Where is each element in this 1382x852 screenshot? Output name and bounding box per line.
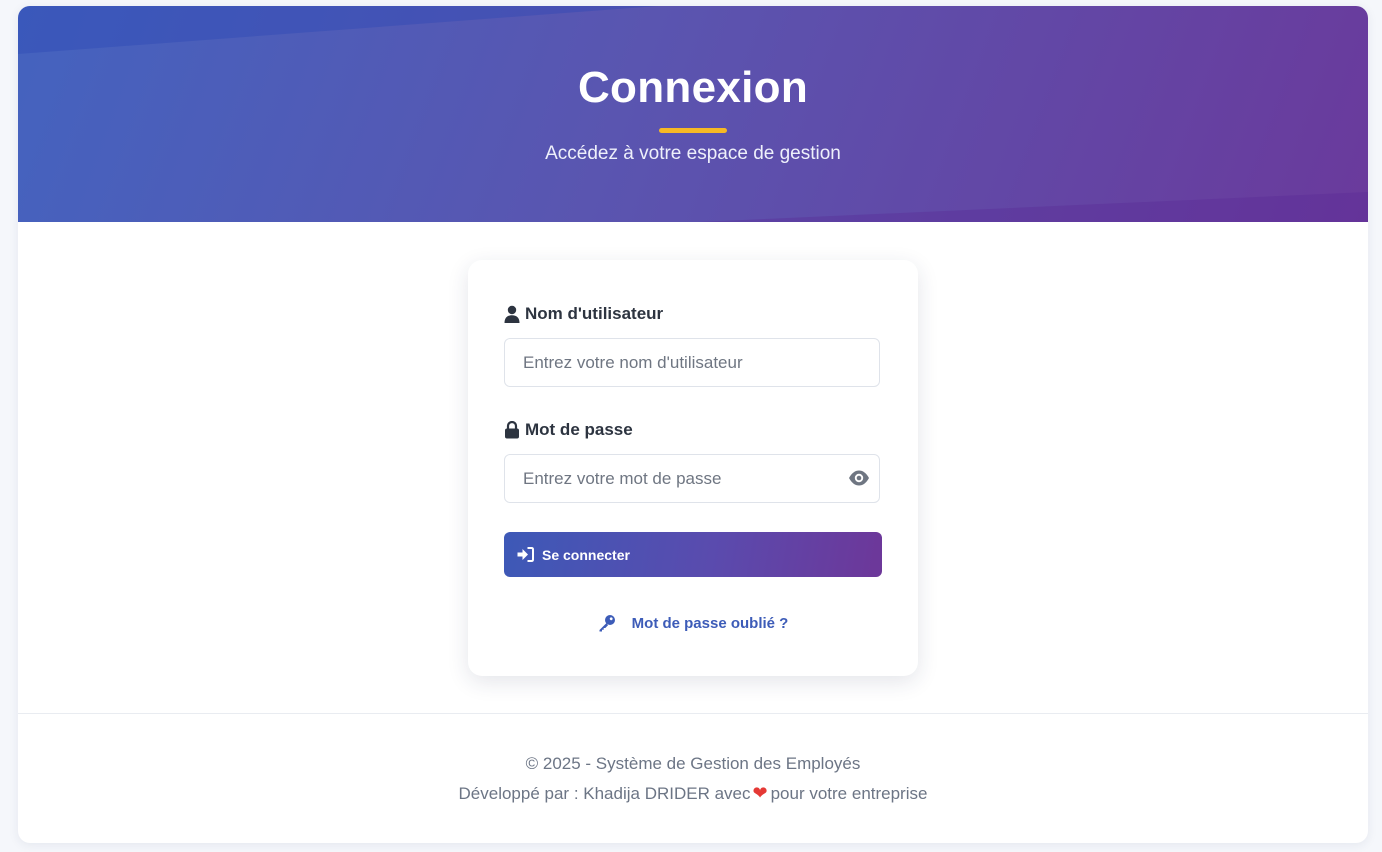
sign-in-icon: [517, 547, 534, 562]
login-button[interactable]: Se connecter: [504, 532, 882, 577]
header-decoration-bottom: [698, 192, 1368, 222]
login-page: Connexion Accédez à votre espace de gest…: [18, 6, 1368, 843]
page-footer: © 2025 - Système de Gestion des Employés…: [18, 713, 1368, 843]
footer-credit-suffix: pour votre entreprise: [770, 783, 928, 803]
key-icon: [599, 615, 615, 632]
login-header: Connexion Accédez à votre espace de gest…: [18, 6, 1368, 222]
password-input[interactable]: [504, 454, 880, 503]
title-underline: [659, 128, 727, 133]
login-card: Nom d'utilisateur Mot de passe Se connec…: [468, 260, 918, 676]
username-label: Nom d'utilisateur: [504, 304, 663, 324]
page-subtitle: Accédez à votre espace de gestion: [545, 143, 841, 164]
password-label: Mot de passe: [504, 420, 633, 440]
footer-credit: Développé par : Khadija DRIDER avec ❤ po…: [18, 783, 1368, 804]
username-input[interactable]: [504, 338, 880, 387]
forgot-password-link[interactable]: Mot de passe oublié ?: [468, 614, 918, 632]
password-label-text: Mot de passe: [525, 420, 633, 439]
footer-credit-prefix: Développé par : Khadija DRIDER avec: [458, 783, 751, 803]
heart-icon: ❤: [752, 783, 768, 803]
user-icon: [504, 305, 520, 323]
forgot-password-label: Mot de passe oublié ?: [631, 614, 789, 632]
username-label-text: Nom d'utilisateur: [525, 304, 664, 323]
login-button-label: Se connecter: [542, 546, 630, 563]
eye-icon[interactable]: [848, 469, 870, 487]
lock-icon: [505, 421, 519, 439]
footer-copyright: © 2025 - Système de Gestion des Employés: [525, 754, 861, 773]
page-title: Connexion: [577, 63, 809, 112]
